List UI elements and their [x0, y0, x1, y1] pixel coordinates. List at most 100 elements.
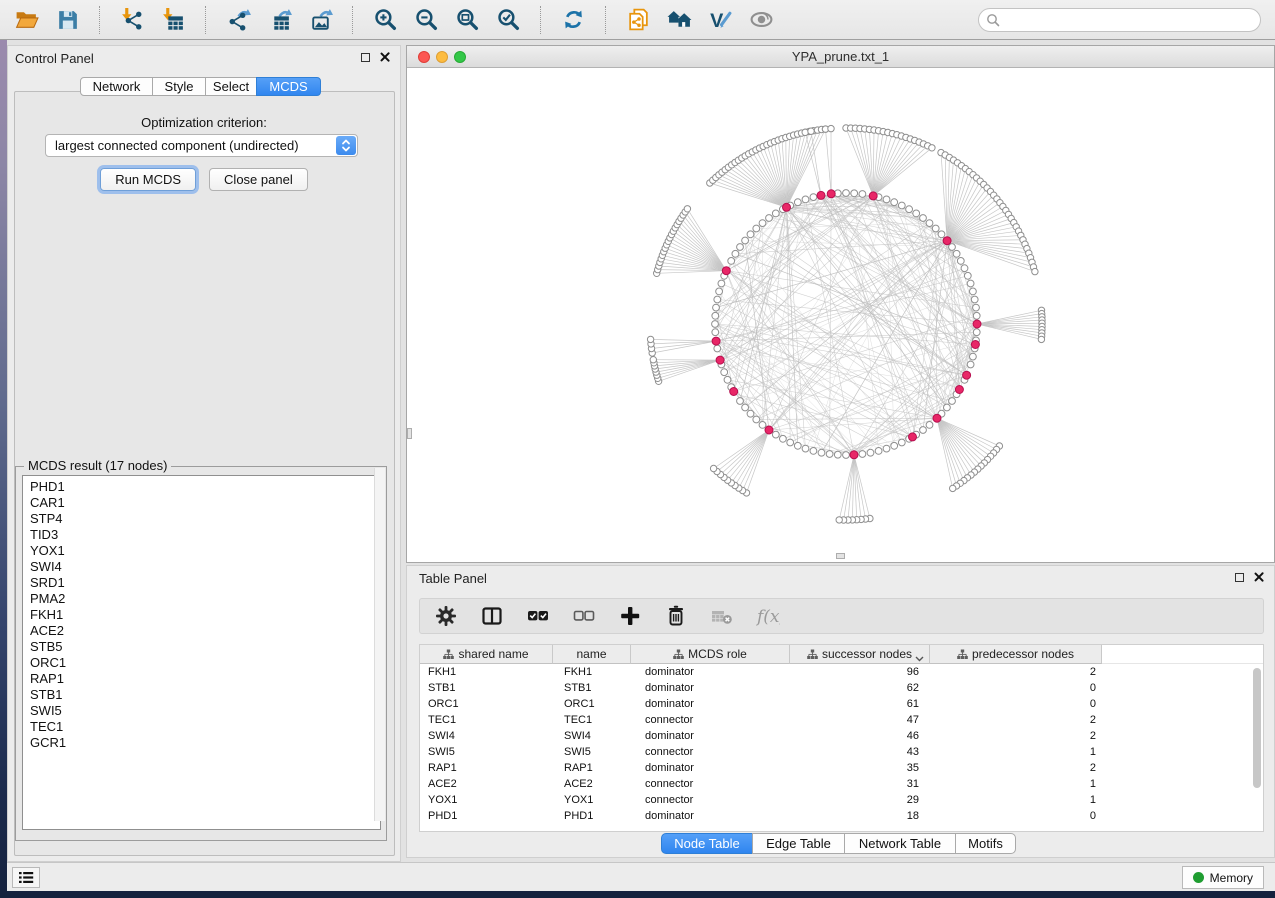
- tab-edge-table[interactable]: Edge Table: [752, 833, 845, 854]
- optimization-criterion-select[interactable]: largest connected component (undirected): [45, 134, 358, 157]
- column-header-successor-nodes[interactable]: successor nodes: [790, 645, 930, 664]
- control-panel-float-icon[interactable]: [361, 53, 370, 62]
- mcds-result-group: MCDS result (17 nodes) PHD1CAR1STP4TID3Y…: [15, 466, 387, 841]
- mcds-list-scrollbar[interactable]: [374, 468, 385, 821]
- table-row[interactable]: ACE2ACE2connector311: [420, 776, 1263, 792]
- import-network-icon[interactable]: [118, 6, 146, 34]
- open-file-icon[interactable]: [12, 6, 40, 34]
- table-row[interactable]: YOX1YOX1connector291: [420, 792, 1263, 808]
- export-table-icon[interactable]: [265, 6, 293, 34]
- column-header-MCDS-role[interactable]: MCDS role: [631, 645, 790, 664]
- tab-node-table[interactable]: Node Table: [661, 833, 753, 854]
- cell-shared-name: TEC1: [420, 712, 553, 728]
- cell-predecessor-nodes: 1: [930, 744, 1102, 760]
- cell-name: TEC1: [553, 712, 631, 728]
- column-header-name[interactable]: name: [553, 645, 631, 664]
- mcds-result-item[interactable]: STB5: [30, 639, 380, 655]
- mcds-result-item[interactable]: YOX1: [30, 543, 380, 559]
- table-row[interactable]: STB1STB1dominator620: [420, 680, 1263, 696]
- tab-select[interactable]: Select: [205, 77, 257, 96]
- save-icon[interactable]: [53, 6, 81, 34]
- eye-icon[interactable]: [747, 6, 775, 34]
- run-mcds-button[interactable]: Run MCDS: [100, 168, 196, 191]
- mcds-result-item[interactable]: SWI5: [30, 703, 380, 719]
- table-row[interactable]: SWI4SWI4dominator462: [420, 728, 1263, 744]
- zoom-out-icon[interactable]: [412, 6, 440, 34]
- import-table-icon[interactable]: [159, 6, 187, 34]
- mcds-result-item[interactable]: SWI4: [30, 559, 380, 575]
- table-panel-float-icon[interactable]: [1235, 573, 1244, 582]
- control-panel: Control Panel NetworkStyleSelectMCDS Opt…: [7, 45, 401, 862]
- mcds-result-item[interactable]: FKH1: [30, 607, 380, 623]
- search-box: [978, 8, 1261, 32]
- network-canvas[interactable]: [407, 68, 1274, 562]
- table-row[interactable]: ORC1ORC1dominator610: [420, 696, 1263, 712]
- split-panel-icon[interactable]: [480, 604, 504, 628]
- vizmap-icon[interactable]: V: [706, 6, 734, 34]
- network-window-titlebar[interactable]: YPA_prune.txt_1: [407, 46, 1274, 68]
- select-all-icon[interactable]: [526, 604, 550, 628]
- cell-name: RAP1: [553, 760, 631, 776]
- table-row[interactable]: RAP1RAP1dominator352: [420, 760, 1263, 776]
- cell-name: STB1: [553, 680, 631, 696]
- mcds-result-item[interactable]: STB1: [30, 687, 380, 703]
- settings-gear-icon[interactable]: [434, 604, 458, 628]
- houses-icon[interactable]: [665, 6, 693, 34]
- zoom-selected-icon[interactable]: [494, 6, 522, 34]
- table-scrollbar[interactable]: [1253, 668, 1261, 788]
- tab-style[interactable]: Style: [152, 77, 206, 96]
- mcds-result-item[interactable]: PHD1: [30, 479, 380, 495]
- mcds-result-item[interactable]: ORC1: [30, 655, 380, 671]
- cell-MCDS-role: dominator: [631, 808, 790, 824]
- cell-MCDS-role: dominator: [631, 664, 790, 680]
- cell-shared-name: SWI4: [420, 728, 553, 744]
- mcds-result-item[interactable]: STP4: [30, 511, 380, 527]
- sort-chevron-icon[interactable]: [915, 651, 924, 665]
- table-row[interactable]: TEC1TEC1connector472: [420, 712, 1263, 728]
- tab-motifs[interactable]: Motifs: [955, 833, 1016, 854]
- export-network-icon[interactable]: [224, 6, 252, 34]
- memory-button[interactable]: Memory: [1182, 866, 1264, 889]
- cell-shared-name: YOX1: [420, 792, 553, 808]
- tab-network-table[interactable]: Network Table: [844, 833, 956, 854]
- toolbar-separator: [605, 6, 606, 34]
- refresh-icon[interactable]: [559, 6, 587, 34]
- column-header-predecessor-nodes[interactable]: predecessor nodes: [930, 645, 1102, 664]
- zoom-in-icon[interactable]: [371, 6, 399, 34]
- table-panel-close-icon[interactable]: [1254, 572, 1264, 582]
- mcds-hub-node: [765, 426, 773, 434]
- clone-network-icon[interactable]: [624, 6, 652, 34]
- mcds-result-item[interactable]: GCR1: [30, 735, 380, 751]
- mcds-result-item[interactable]: TID3: [30, 527, 380, 543]
- table-row[interactable]: SWI5SWI5connector431: [420, 744, 1263, 760]
- column-header-shared-name[interactable]: shared name: [420, 645, 553, 664]
- close-panel-button[interactable]: Close panel: [209, 168, 308, 191]
- cell-successor-nodes: 61: [790, 696, 930, 712]
- left-divider-grip[interactable]: [407, 428, 412, 439]
- table-row[interactable]: PHD1PHD1dominator180: [420, 808, 1263, 824]
- mcds-result-item[interactable]: CAR1: [30, 495, 380, 511]
- mcds-result-list[interactable]: PHD1CAR1STP4TID3YOX1SWI4SRD1PMA2FKH1ACE2…: [22, 475, 381, 830]
- mcds-result-item[interactable]: RAP1: [30, 671, 380, 687]
- status-bar: Memory: [7, 862, 1275, 891]
- deselect-all-icon[interactable]: [572, 604, 596, 628]
- add-column-icon[interactable]: [618, 604, 642, 628]
- search-input[interactable]: [978, 8, 1261, 32]
- toolbar-separator: [540, 6, 541, 34]
- bottom-divider-grip[interactable]: [836, 553, 845, 559]
- delete-column-icon[interactable]: [664, 604, 688, 628]
- mcds-result-item[interactable]: PMA2: [30, 591, 380, 607]
- cell-predecessor-nodes: 0: [930, 808, 1102, 824]
- tab-network[interactable]: Network: [80, 77, 153, 96]
- mcds-result-item[interactable]: SRD1: [30, 575, 380, 591]
- mcds-hub-node: [955, 386, 963, 394]
- tab-mcds[interactable]: MCDS: [256, 77, 321, 96]
- mcds-result-item[interactable]: ACE2: [30, 623, 380, 639]
- task-history-button[interactable]: [12, 867, 40, 888]
- mcds-result-item[interactable]: TEC1: [30, 719, 380, 735]
- table-row[interactable]: FKH1FKH1dominator962: [420, 664, 1263, 680]
- zoom-fit-icon[interactable]: [453, 6, 481, 34]
- control-panel-close-icon[interactable]: [380, 52, 390, 62]
- table-body[interactable]: FKH1FKH1dominator962STB1STB1dominator620…: [420, 664, 1263, 824]
- export-image-icon[interactable]: [306, 6, 334, 34]
